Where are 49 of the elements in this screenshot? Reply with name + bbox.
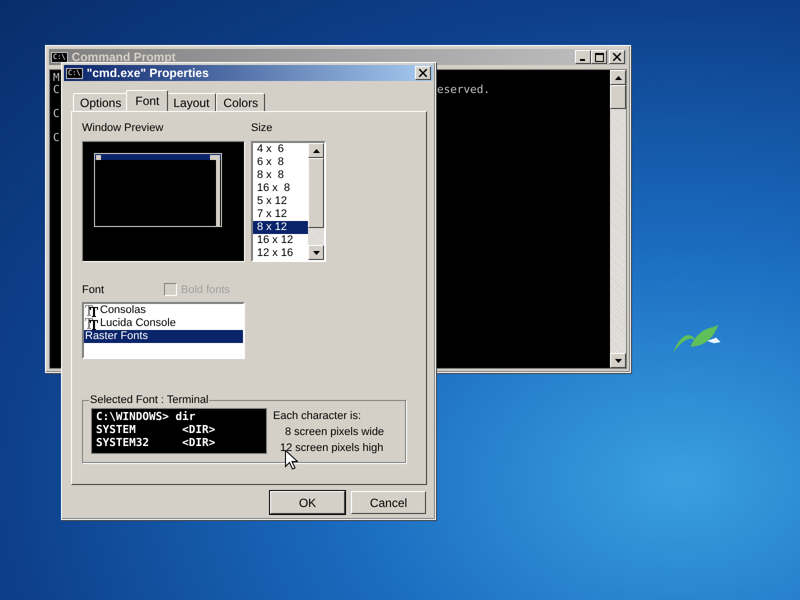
size-option[interactable]: 4 x 6 (253, 143, 308, 156)
size-option[interactable]: 16 x 12 (253, 234, 308, 247)
truetype-icon (85, 304, 99, 316)
font-option[interactable]: Lucida Console (84, 317, 243, 330)
console-text: eserved. (437, 84, 490, 96)
close-button[interactable] (609, 50, 625, 64)
truetype-icon (85, 318, 99, 330)
font-list[interactable]: Consolas Lucida Console Raster Fonts (82, 302, 245, 359)
size-option[interactable]: 16 x 8 (253, 182, 308, 195)
window-title: Command Prompt (72, 50, 177, 64)
font-label: Font (82, 284, 104, 296)
preview-text: SYSTEM32 <DIR> (96, 436, 216, 449)
preview-label: Window Preview (82, 122, 164, 134)
group-label: Selected Font : Terminal (89, 394, 210, 406)
tab[interactable]: Font (126, 90, 168, 111)
tab[interactable]: Options (73, 93, 128, 111)
minimize-button[interactable] (575, 50, 591, 64)
size-option[interactable]: 8 x 12 (253, 221, 308, 234)
preview-text: C:\WINDOWS> dir (96, 410, 196, 423)
close-icon (419, 69, 427, 77)
scroll-bar[interactable] (610, 70, 626, 368)
size-list[interactable]: 4 x 6 6 x 8 8 x 8 16 x 8 5 x 12 7 x 12 8 x 12 16 x 12 12 x 16 (251, 141, 326, 262)
size-option[interactable]: 8 x 8 (253, 169, 308, 182)
font-option[interactable]: Raster Fonts (84, 330, 243, 343)
ok-button[interactable]: OK (270, 491, 345, 514)
console-text: C (53, 84, 60, 96)
size-label: Size (251, 122, 274, 134)
size-option[interactable]: 7 x 12 (253, 208, 308, 221)
size-option[interactable]: 6 x 8 (253, 156, 308, 169)
preview-text: SYSTEM <DIR> (96, 423, 216, 436)
info-text: 8 screen pixels wide (284, 425, 384, 440)
mouse-pointer-icon (285, 450, 298, 470)
size-option[interactable]: 12 x 16 (253, 247, 308, 260)
close-icon (613, 53, 621, 61)
tab[interactable]: Colors (216, 93, 266, 111)
info-text: 12 screen pixels high (279, 441, 384, 456)
dialog-title: "cmd.exe" Properties (86, 66, 210, 80)
console-text: C (53, 132, 60, 144)
maximize-icon (594, 52, 604, 62)
maximize-button[interactable] (591, 50, 607, 64)
cancel-button[interactable]: Cancel (351, 491, 426, 514)
size-option[interactable]: 5 x 12 (253, 195, 308, 208)
font-option[interactable]: Consolas (84, 304, 243, 317)
console-text: M (53, 72, 60, 84)
scroll-bar[interactable] (308, 143, 324, 260)
console-text: C (53, 108, 60, 120)
info-text: Each character is: (273, 409, 362, 424)
tab[interactable]: Layout (166, 93, 216, 111)
close-button[interactable] (415, 66, 431, 80)
